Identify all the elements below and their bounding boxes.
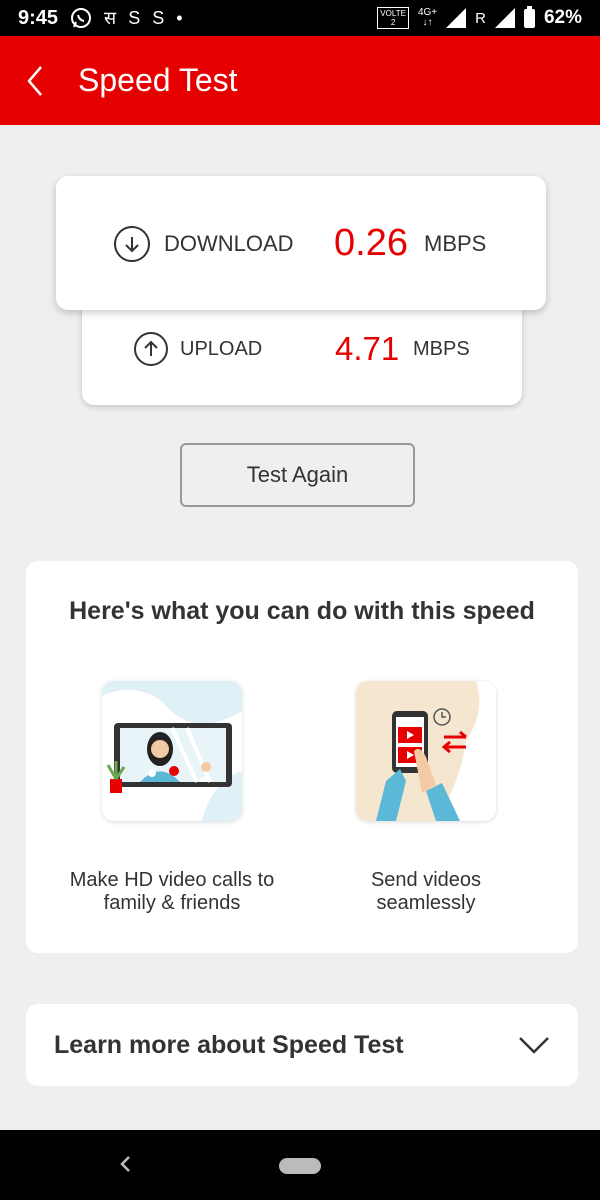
upload-label: UPLOAD — [180, 337, 263, 360]
upload-value: 4.71 — [335, 330, 400, 367]
hindi-app-icon: स — [104, 8, 117, 28]
learn-more-label: Learn more about Speed Test — [54, 1030, 404, 1059]
battery-percent: 62% — [543, 7, 582, 28]
page-title: Speed Test — [78, 62, 238, 98]
download-value: 0.26 — [334, 222, 408, 264]
upload-row: UPLOAD 4.71 MBPS — [134, 330, 470, 368]
caption-line: Send videos — [370, 869, 482, 891]
dot-icon: • — [176, 7, 183, 28]
s-app-icon: S — [152, 7, 165, 28]
notification-icons: स S S • — [70, 6, 183, 30]
download-unit: MBPS — [424, 230, 487, 256]
upload-unit: MBPS — [413, 337, 470, 360]
roaming-indicator: R — [475, 9, 486, 27]
download-card: DOWNLOAD 0.26 MBPS — [56, 176, 546, 310]
caption-line: seamlessly — [376, 892, 476, 914]
speed-uses-title: Here's what you can do with this speed — [69, 597, 535, 625]
signal-icon-sim2 — [494, 8, 515, 28]
volte-text: VOLTE — [380, 9, 406, 18]
learn-more-accordion[interactable]: Learn more about Speed Test — [26, 1004, 578, 1086]
download-arrow-icon — [114, 225, 150, 262]
whatsapp-icon — [71, 8, 92, 28]
video-call-illustration — [102, 681, 242, 821]
download-row: DOWNLOAD 0.26 MBPS — [114, 222, 486, 265]
volte-icon: VOLTE 2 — [377, 7, 409, 29]
app-bar: Speed Test — [0, 36, 600, 125]
download-label: DOWNLOAD — [164, 230, 294, 256]
battery-icon — [523, 5, 535, 28]
back-button[interactable] — [0, 36, 70, 125]
caption-line: Make HD video calls to — [69, 869, 275, 891]
feature-send-videos: Send videos seamlessly — [306, 681, 546, 915]
signal-icon — [446, 8, 467, 28]
upload-arrow-icon — [134, 332, 168, 366]
nav-home-pill[interactable] — [279, 1158, 321, 1174]
status-time: 9:45 — [18, 6, 59, 29]
caption-line: family & friends — [103, 892, 241, 914]
volte-sim: 2 — [390, 18, 396, 27]
chevron-down-icon — [519, 1037, 549, 1054]
feature-video-calls-caption: Make HD video calls to family & friends — [52, 869, 292, 915]
status-bar: 9:45 स S S • VOLTE 2 4G+ ↓↑ R 62% — [0, 0, 600, 36]
chevron-left-icon — [27, 65, 42, 96]
feature-send-videos-caption: Send videos seamlessly — [306, 869, 546, 915]
send-video-illustration — [356, 681, 496, 821]
nav-back-icon[interactable] — [118, 1154, 132, 1174]
system-nav-bar — [0, 1130, 600, 1200]
s-app-icon: S — [128, 7, 141, 28]
test-again-button[interactable]: Test Again — [180, 443, 415, 507]
network-type-icon: 4G+ ↓↑ — [417, 7, 438, 28]
speed-uses-card: Here's what you can do with this speed M… — [26, 561, 578, 953]
feature-video-calls: Make HD video calls to family & friends — [52, 681, 292, 915]
